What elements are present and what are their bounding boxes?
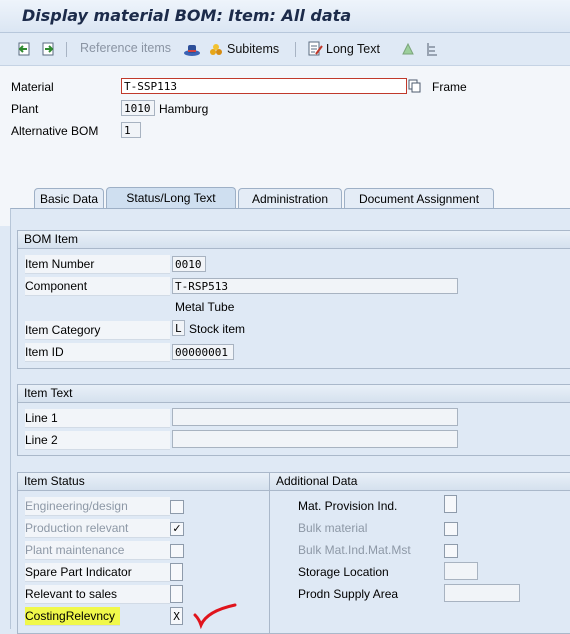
long-text-label: Long Text	[326, 42, 380, 56]
alternative-bom-label: Alternative BOM	[11, 124, 99, 138]
structure-icon	[427, 43, 437, 56]
tab-strip: Basic Data Status/Long Text Administrati…	[0, 186, 570, 208]
plant-maintenance-checkbox[interactable]	[170, 544, 184, 558]
subitems-button[interactable]: Subitems	[208, 41, 279, 57]
bulk-material-label: Bulk material	[298, 521, 368, 535]
engineering-design-label: Engineering/design	[25, 497, 170, 516]
hat-button[interactable]	[183, 41, 201, 57]
plant-description: Hamburg	[159, 102, 209, 116]
storage-location-label: Storage Location	[298, 565, 389, 579]
engineering-design-checkbox[interactable]	[170, 500, 184, 514]
long-text-button[interactable]: Long Text	[307, 41, 380, 57]
item-status-title: Item Status	[18, 473, 270, 491]
toolbar-separator	[66, 42, 67, 57]
tab-basic-data[interactable]: Basic Data	[34, 188, 104, 208]
item-text-title: Item Text	[18, 385, 570, 403]
bulk-mat-ind-mat-mst-checkbox[interactable]	[444, 544, 458, 558]
checkmark-annotation-icon	[193, 603, 237, 629]
item-id-label: Item ID	[25, 343, 170, 362]
item-status-group: Item Status Engineering/design Productio…	[17, 472, 271, 634]
component-label: Component	[25, 277, 170, 296]
line-1-label: Line 1	[25, 409, 170, 428]
bulk-material-checkbox[interactable]	[444, 522, 458, 536]
prodn-supply-area-label: Prodn Supply Area	[298, 587, 399, 601]
title-bar: Display material BOM: Item: All data	[0, 0, 570, 33]
long-text-icon	[308, 41, 323, 56]
item-category-description: Stock item	[189, 322, 246, 336]
subitems-icon	[210, 44, 222, 55]
prodn-supply-area-field[interactable]	[444, 584, 520, 602]
line-1-field[interactable]	[172, 408, 458, 426]
relevant-to-sales-label: Relevant to sales	[25, 585, 170, 604]
costing-relevancy-field[interactable]: X	[170, 607, 183, 625]
mat-provision-ind-label: Mat. Provision Ind.	[298, 499, 398, 513]
item-number-label: Item Number	[25, 255, 170, 274]
application-toolbar: Reference items Subitems Long Text	[0, 33, 570, 66]
next-icon	[42, 42, 54, 56]
alternative-bom-field[interactable]: 1	[121, 122, 141, 138]
item-category-field[interactable]: L	[172, 320, 185, 336]
production-relevant-label: Production relevant	[25, 519, 170, 538]
previous-item-button[interactable]	[16, 41, 32, 57]
material-label: Material	[11, 80, 54, 94]
costing-relevancy-label: CostingRelevncy	[25, 607, 120, 626]
tab-status-long-text[interactable]: Status/Long Text	[106, 187, 236, 208]
mat-provision-ind-field[interactable]	[444, 495, 457, 513]
line-2-field[interactable]	[172, 430, 458, 448]
hat-icon	[184, 45, 200, 56]
reference-items-button[interactable]: Reference items	[80, 41, 171, 55]
spare-part-indicator-field[interactable]	[170, 563, 183, 581]
material-description: Frame	[432, 80, 467, 94]
subitems-label: Subitems	[227, 42, 280, 56]
tab-document-assignment[interactable]: Document Assignment	[344, 188, 494, 208]
plant-field[interactable]: 1010	[121, 100, 155, 116]
previous-icon	[18, 42, 30, 56]
page-title: Display material BOM: Item: All data	[22, 6, 352, 25]
component-description: Metal Tube	[175, 300, 235, 314]
item-category-label: Item Category	[25, 321, 170, 340]
item-number-field[interactable]: 0010	[172, 256, 206, 272]
production-relevant-checkbox[interactable]: ✓	[170, 522, 184, 536]
spare-part-indicator-label: Spare Part Indicator	[25, 563, 170, 582]
plant-label: Plant	[11, 102, 39, 116]
item-text-group: Item Text Line 1 Line 2	[17, 384, 570, 456]
line-2-label: Line 2	[25, 431, 170, 450]
reference-items-label: Reference items	[80, 41, 172, 55]
bulk-mat-ind-mat-mst-label: Bulk Mat.Ind.Mat.Mst	[298, 543, 411, 557]
storage-location-field[interactable]	[444, 562, 478, 580]
copy-icon[interactable]	[408, 79, 422, 93]
tab-panel: BOM Item Item Number 0010 Component T-RS…	[10, 208, 570, 634]
where-used-icon	[402, 42, 414, 55]
additional-data-title: Additional Data	[270, 473, 570, 491]
where-used-button[interactable]	[400, 41, 416, 57]
bom-item-group: BOM Item Item Number 0010 Component T-RS…	[17, 230, 570, 369]
toolbar-separator	[295, 42, 296, 57]
structure-button[interactable]	[424, 41, 440, 57]
relevant-to-sales-field[interactable]	[170, 585, 183, 603]
component-field[interactable]: T-RSP513	[172, 278, 458, 294]
tab-administration[interactable]: Administration	[238, 188, 342, 208]
next-item-button[interactable]	[40, 41, 56, 57]
item-id-field[interactable]: 00000001	[172, 344, 234, 360]
bom-item-title: BOM Item	[18, 231, 570, 249]
material-field[interactable]: T-SSP113	[121, 78, 407, 94]
plant-maintenance-label: Plant maintenance	[25, 541, 170, 560]
additional-data-group: Additional Data Mat. Provision Ind. Bulk…	[269, 472, 570, 634]
